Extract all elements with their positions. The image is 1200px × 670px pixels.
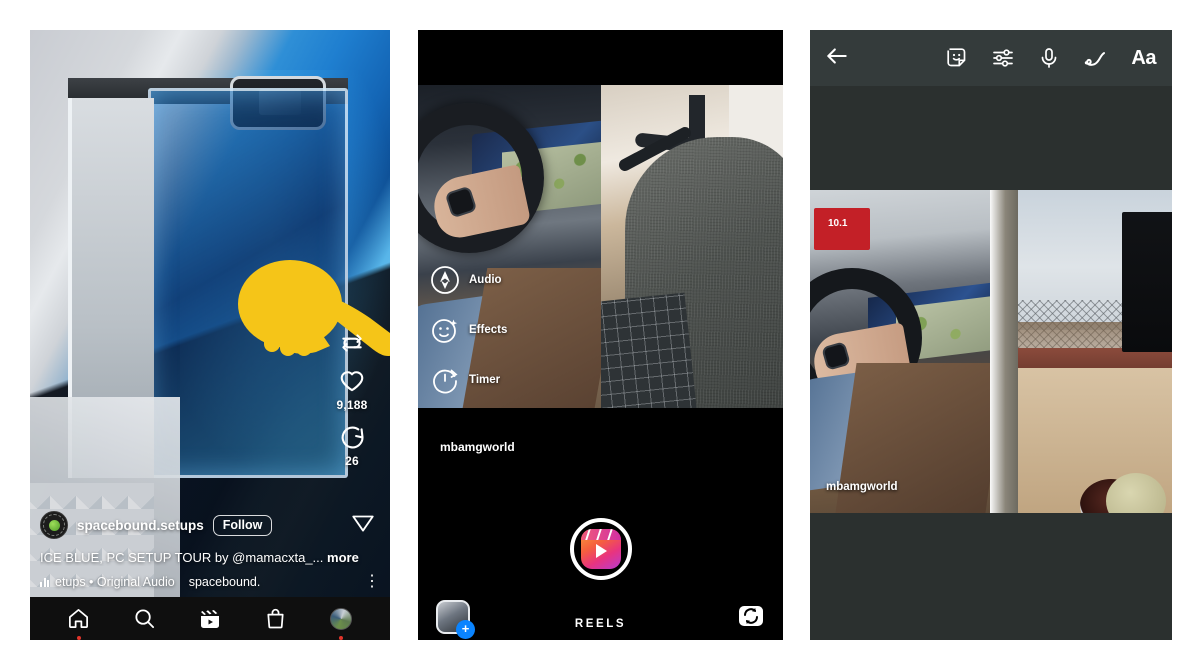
heart-icon (340, 371, 364, 392)
shutter-button[interactable] (569, 518, 632, 580)
play-triangle-icon (595, 544, 607, 558)
camera-tool-audio[interactable]: Audio (430, 265, 507, 295)
camera-preview-right-chair (601, 85, 783, 408)
camera-tool-timer[interactable]: Timer (430, 365, 507, 395)
panel-instagram-story-editor: Aa 10.1 mbamgworld (810, 30, 1172, 640)
back-button[interactable] (824, 43, 850, 74)
video-watermark: mbamgworld (440, 440, 515, 454)
profile-badge-dot (339, 635, 344, 640)
home-badge-dot (76, 635, 81, 640)
search-icon (135, 609, 154, 629)
like-button[interactable]: 9,188 (336, 368, 367, 412)
shopping-bag-icon (267, 608, 284, 629)
caption-more-link[interactable]: more (327, 550, 359, 565)
story-editor-toolbar: Aa (810, 30, 1172, 86)
remix-arrows-icon (342, 334, 362, 352)
voice-button[interactable] (1037, 46, 1061, 70)
red-sign: 10.1 (814, 208, 870, 250)
plaid-fabric (601, 292, 697, 408)
reels-clapper-top (580, 529, 621, 540)
camera-tool-effects-label: Effects (469, 324, 508, 336)
sticker-smiley-icon (947, 48, 966, 67)
more-vertical-icon[interactable]: ⋮ (364, 574, 380, 589)
story-tool-group: Aa (945, 46, 1172, 70)
comment-count: 26 (345, 454, 359, 468)
username[interactable]: spacebound.setups (77, 518, 204, 533)
sticker-button[interactable] (945, 46, 969, 70)
reel-action-rail: 9,188 26 (322, 330, 382, 478)
window-frame (990, 190, 1018, 513)
share-button[interactable] (350, 510, 376, 541)
send-paperplane-icon (352, 515, 374, 532)
reel-user-row: spacebound.setups Follow (40, 510, 380, 541)
music-note-circle-icon (431, 266, 459, 294)
panel-instagram-reels-camera: Audio Effects Timer mbamgworld REELS + (418, 30, 783, 640)
comment-button[interactable]: 26 (338, 424, 366, 468)
text-button[interactable]: Aa (1131, 47, 1156, 70)
remix-button[interactable] (339, 330, 365, 356)
camera-tool-audio-label: Audio (469, 274, 502, 286)
profile-avatar-icon (330, 607, 353, 630)
sidebar-item-search[interactable] (124, 603, 164, 635)
like-count: 9,188 (336, 398, 368, 412)
home-icon (69, 609, 89, 628)
audio-extra: spacebound. (188, 575, 261, 589)
flip-camera-button[interactable] (737, 602, 765, 635)
follow-button[interactable]: Follow (212, 514, 273, 536)
camera-tool-list: Audio Effects Timer (430, 265, 507, 415)
panel-instagram-reels-feed: 9,188 26 spacebound.setups Follow ICE BL… (30, 30, 390, 640)
draw-squiggle-icon (1085, 52, 1106, 66)
story-left-car: 10.1 mbamgworld (810, 190, 990, 513)
story-video-content[interactable]: 10.1 mbamgworld (810, 190, 1172, 513)
sidebar-item-profile[interactable] (321, 603, 361, 640)
gallery-button[interactable]: + (436, 600, 475, 639)
sliders-icon (993, 49, 1014, 67)
audio-title: etups • Original Audio (55, 575, 175, 589)
comment-bubble-icon (341, 426, 364, 449)
avatar[interactable] (40, 511, 68, 540)
gallery-add-badge: + (456, 620, 475, 639)
reels-icon (200, 609, 219, 628)
settings-button[interactable] (991, 46, 1015, 70)
camera-tool-effects[interactable]: Effects (430, 315, 507, 345)
caption-text: ICE BLUE, PC SETUP TOUR by @mamacxta_... (40, 549, 324, 565)
reel-audio-row[interactable]: etups • Original Audio spacebound. ⋮ (40, 574, 380, 589)
screenshot-stage: 9,188 26 spacebound.setups Follow ICE BL… (0, 0, 1200, 670)
sidebar-item-shop[interactable] (256, 603, 296, 635)
monitor (1122, 212, 1172, 352)
effects-smiley-sparkle-icon (432, 319, 458, 343)
video-watermark: mbamgworld (826, 481, 898, 493)
bottom-nav (30, 597, 390, 640)
draw-button[interactable] (1083, 46, 1109, 70)
avatar-logo (48, 519, 60, 531)
camera-tool-timer-label: Timer (469, 374, 501, 386)
back-arrow-icon (827, 47, 847, 64)
story-right-desk (990, 190, 1172, 513)
sidebar-item-reels[interactable] (190, 603, 230, 635)
sidebar-item-home[interactable] (59, 603, 99, 640)
reels-shutter-icon (580, 529, 621, 569)
reel-meta: spacebound.setups Follow ICE BLUE, PC SE… (30, 510, 390, 597)
camera-preview[interactable]: Audio Effects Timer mbamgworld (418, 85, 783, 454)
reel-caption[interactable]: ICE BLUE, PC SETUP TOUR by @mamacxta_...… (40, 550, 380, 566)
flip-camera-icon (739, 606, 763, 626)
timer-clock-icon (433, 369, 458, 394)
microphone-icon (1042, 48, 1057, 68)
audio-bars-icon (40, 577, 49, 587)
desk-surface (1018, 368, 1172, 513)
